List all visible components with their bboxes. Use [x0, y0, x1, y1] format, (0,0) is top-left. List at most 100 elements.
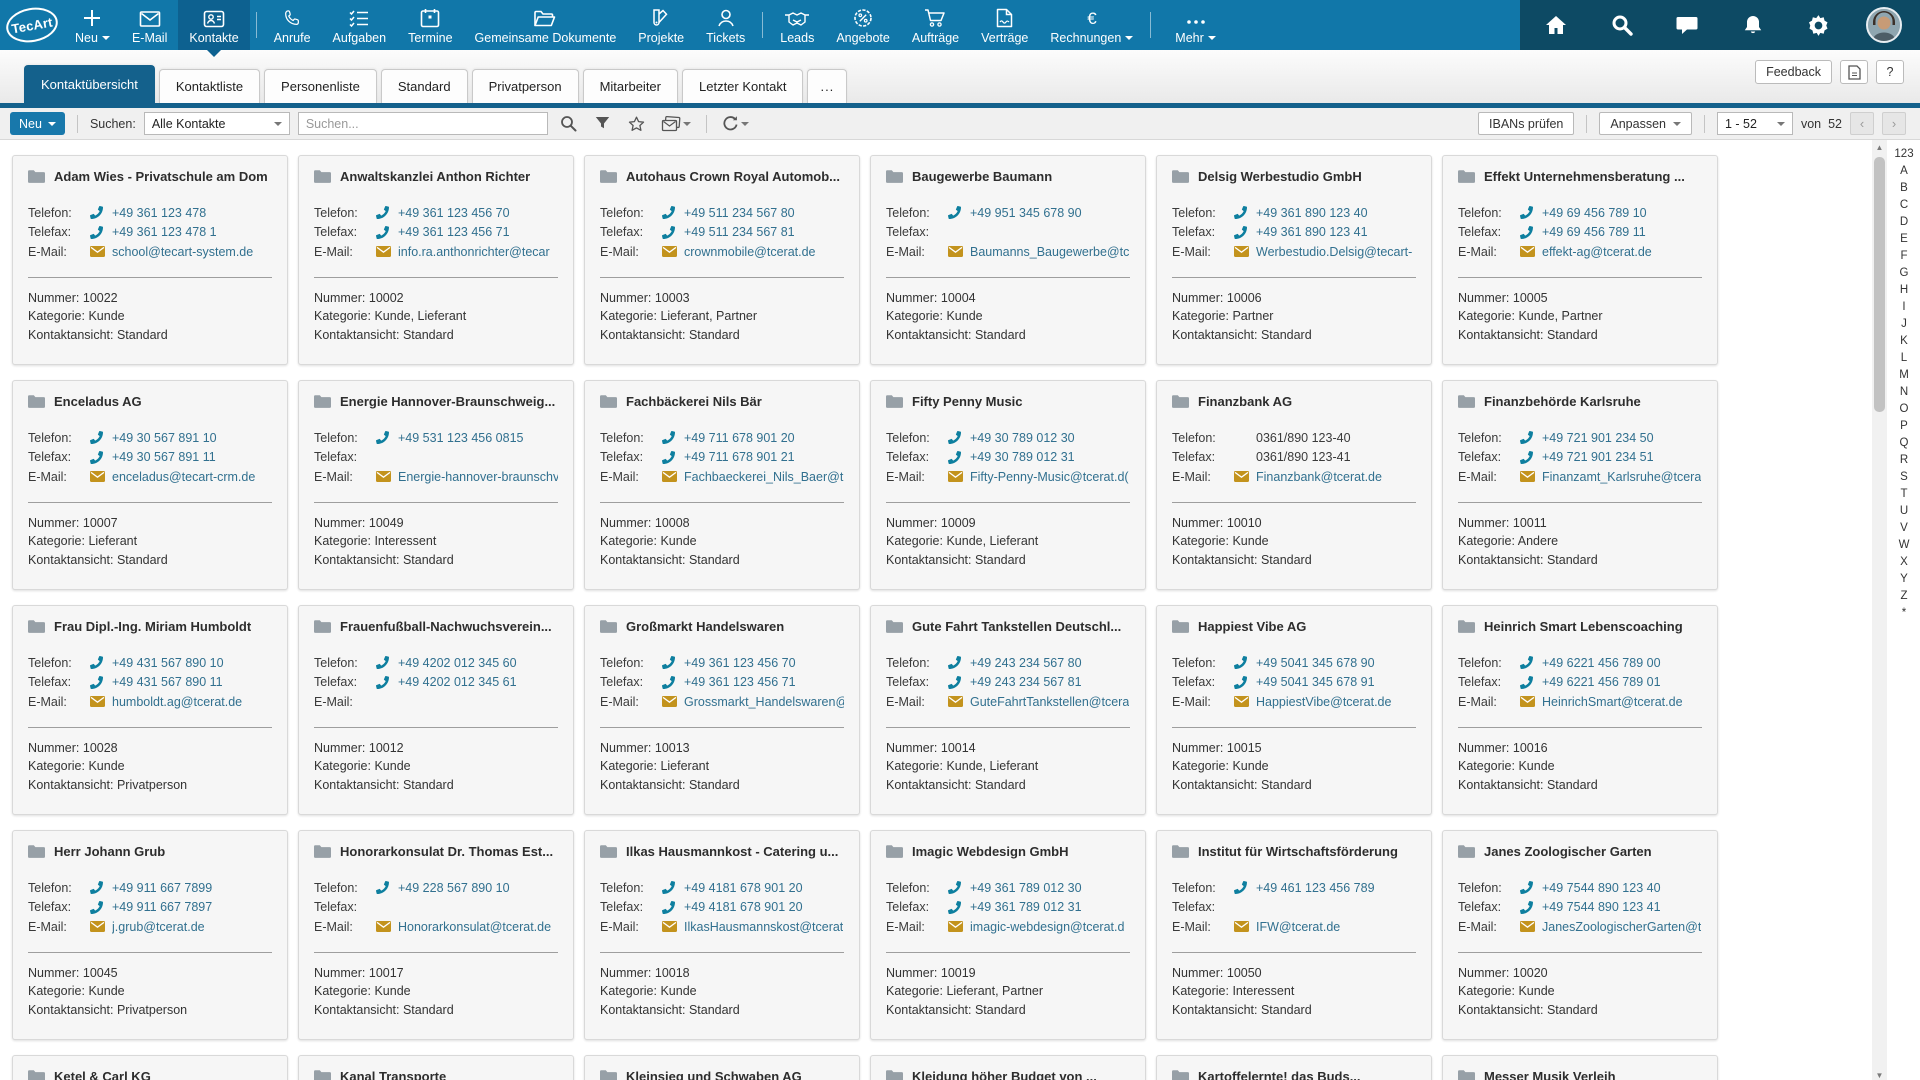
- contact-phone[interactable]: +49 6221 456 789 00: [1542, 656, 1661, 670]
- vertical-scrollbar[interactable]: ▲ ▼: [1872, 140, 1887, 1080]
- alphabet-letter-L[interactable]: L: [1892, 350, 1916, 367]
- contact-phone[interactable]: +49 361 123 456 70: [398, 206, 510, 220]
- contact-fax[interactable]: 0361/890 123-41: [1256, 450, 1351, 464]
- contact-card[interactable]: Baugewerbe Baumann Telefon: +49 951 345 …: [870, 155, 1146, 365]
- contact-card[interactable]: Frau Dipl.-Ing. Miriam Humboldt Telefon:…: [12, 605, 288, 815]
- contact-phone[interactable]: +49 511 234 567 80: [684, 206, 795, 220]
- alphabet-letter-Y[interactable]: Y: [1892, 571, 1916, 588]
- alphabet-letter-I[interactable]: I: [1892, 299, 1916, 316]
- check-ibans-button[interactable]: IBANs prüfen: [1478, 112, 1574, 135]
- contact-fax[interactable]: +49 30 789 012 31: [970, 450, 1075, 464]
- contact-email[interactable]: crownmobile@tcerat.de: [684, 245, 816, 259]
- contact-email[interactable]: Grossmarkt_Handelswaren@: [684, 695, 844, 709]
- page-range-select[interactable]: 1 - 52: [1717, 112, 1793, 135]
- nav-leads[interactable]: Leads: [769, 0, 825, 50]
- contact-card[interactable]: Imagic Webdesign GmbH Telefon: +49 361 7…: [870, 830, 1146, 1040]
- favorite-button[interactable]: [624, 112, 650, 136]
- tab-personenliste[interactable]: Personenliste: [264, 69, 377, 103]
- contact-email[interactable]: Finanzbank@tcerat.de: [1256, 470, 1382, 484]
- contact-card[interactable]: Fachbäckerei Nils Bär Telefon: +49 711 6…: [584, 380, 860, 590]
- contact-card[interactable]: Herr Johann Grub Telefon: +49 911 667 78…: [12, 830, 288, 1040]
- nav-projekte[interactable]: Projekte: [627, 0, 695, 50]
- contact-card[interactable]: Kartoffelernte! das Buds...: [1156, 1055, 1432, 1080]
- contact-email[interactable]: j.grub@tcerat.de: [112, 920, 205, 934]
- contact-fax[interactable]: +49 911 667 7897: [112, 900, 212, 914]
- chat-button[interactable]: [1665, 0, 1709, 50]
- customize-button[interactable]: Anpassen: [1599, 112, 1692, 135]
- scroll-up-arrow[interactable]: ▲: [1872, 140, 1887, 155]
- nav-gemeinsame-dokumente[interactable]: Gemeinsame Dokumente: [464, 0, 628, 50]
- contact-card[interactable]: Janes Zoologischer Garten Telefon: +49 7…: [1442, 830, 1718, 1040]
- home-button[interactable]: [1534, 0, 1578, 50]
- alphabet-letter-F[interactable]: F: [1892, 248, 1916, 265]
- alphabet-letter-D[interactable]: D: [1892, 214, 1916, 231]
- contact-card[interactable]: Autohaus Crown Royal Automob... Telefon:…: [584, 155, 860, 365]
- contact-email[interactable]: enceladus@tecart-crm.de: [112, 470, 255, 484]
- contact-email[interactable]: effekt-ag@tcerat.de: [1542, 245, 1652, 259]
- contact-phone[interactable]: +49 361 123 456 70: [684, 656, 796, 670]
- contact-phone[interactable]: +49 531 123 456 0815: [398, 431, 523, 445]
- contact-card[interactable]: Honorarkonsulat Dr. Thomas Est... Telefo…: [298, 830, 574, 1040]
- previous-page-button[interactable]: ‹: [1850, 112, 1874, 135]
- contact-card[interactable]: Kanal Transporte: [298, 1055, 574, 1080]
- alphabet-letter-S[interactable]: S: [1892, 469, 1916, 486]
- help-button[interactable]: ?: [1876, 60, 1904, 84]
- feedback-button[interactable]: Feedback: [1755, 60, 1832, 84]
- contact-fax[interactable]: +49 511 234 567 81: [684, 225, 795, 239]
- contact-email[interactable]: Werbestudio.Delsig@tecart-: [1256, 245, 1412, 259]
- contact-phone[interactable]: +49 4202 012 345 60: [398, 656, 517, 670]
- filter-button[interactable]: [590, 112, 616, 136]
- contact-email[interactable]: Honorarkonsulat@tcerat.de: [398, 920, 551, 934]
- contact-fax[interactable]: +49 721 901 234 51: [1542, 450, 1654, 464]
- tab-more[interactable]: ...: [807, 69, 847, 103]
- tab-standard[interactable]: Standard: [381, 69, 468, 103]
- contact-card[interactable]: Institut für Wirtschaftsförderung Telefo…: [1156, 830, 1432, 1040]
- search-button[interactable]: [556, 112, 582, 136]
- contact-email[interactable]: Finanzamt_Karlsruhe@tcera: [1542, 470, 1701, 484]
- alphabet-letter-M[interactable]: M: [1892, 367, 1916, 384]
- contact-fax[interactable]: +49 4202 012 345 61: [398, 675, 517, 689]
- contact-card[interactable]: Ilkas Hausmannkost - Catering u... Telef…: [584, 830, 860, 1040]
- alphabet-letter-W[interactable]: W: [1892, 537, 1916, 554]
- contact-phone[interactable]: +49 30 789 012 30: [970, 431, 1075, 445]
- alphabet-letter-T[interactable]: T: [1892, 486, 1916, 503]
- alphabet-letter-Q[interactable]: Q: [1892, 435, 1916, 452]
- contact-card[interactable]: Finanzbank AG Telefon: 0361/890 123-40 T…: [1156, 380, 1432, 590]
- contact-phone[interactable]: +49 4181 678 901 20: [684, 881, 803, 895]
- nav-tickets[interactable]: Tickets: [695, 0, 756, 50]
- contact-phone[interactable]: +49 911 667 7899: [112, 881, 212, 895]
- contact-email[interactable]: imagic-webdesign@tcerat.d: [970, 920, 1124, 934]
- contact-email[interactable]: JanesZoologischerGarten@t: [1542, 920, 1701, 934]
- contact-phone[interactable]: 0361/890 123-40: [1256, 431, 1351, 445]
- contact-card[interactable]: Ketel & Carl KG: [12, 1055, 288, 1080]
- contact-phone[interactable]: +49 69 456 789 10: [1542, 206, 1647, 220]
- contact-fax[interactable]: +49 361 123 456 71: [684, 675, 796, 689]
- tab-privatperson[interactable]: Privatperson: [472, 69, 579, 103]
- alphabet-letter-*[interactable]: *: [1892, 605, 1916, 622]
- contact-fax[interactable]: +49 711 678 901 21: [684, 450, 795, 464]
- contact-email[interactable]: IFW@tcerat.de: [1256, 920, 1340, 934]
- alphabet-letter-J[interactable]: J: [1892, 316, 1916, 333]
- contact-email[interactable]: IlkasHausmannskost@tcerat: [684, 920, 843, 934]
- tab-mitarbeiter[interactable]: Mitarbeiter: [583, 69, 678, 103]
- contact-card[interactable]: Finanzbehörde Karlsruhe Telefon: +49 721…: [1442, 380, 1718, 590]
- new-contact-button[interactable]: Neu: [10, 112, 65, 135]
- alphabet-letter-K[interactable]: K: [1892, 333, 1916, 350]
- scrollbar-thumb[interactable]: [1874, 157, 1885, 412]
- alphabet-letter-Z[interactable]: Z: [1892, 588, 1916, 605]
- nav-mehr[interactable]: Mehr: [1157, 0, 1233, 50]
- alphabet-letter-E[interactable]: E: [1892, 231, 1916, 248]
- contact-card[interactable]: Kleinsieg und Schwaben AG: [584, 1055, 860, 1080]
- settings-button[interactable]: [1796, 0, 1840, 50]
- contact-fax[interactable]: +49 6221 456 789 01: [1542, 675, 1661, 689]
- tab-letzter-kontakt[interactable]: Letzter Kontakt: [682, 69, 803, 103]
- nav-angebote[interactable]: Angebote: [825, 0, 901, 50]
- tab-kontaktliste[interactable]: Kontaktliste: [159, 69, 260, 103]
- contact-phone[interactable]: +49 721 901 234 50: [1542, 431, 1654, 445]
- alphabet-letter-123[interactable]: 123: [1892, 146, 1916, 163]
- alphabet-letter-N[interactable]: N: [1892, 384, 1916, 401]
- contact-email[interactable]: Energie-hannover-braunschv: [398, 470, 558, 484]
- contact-fax[interactable]: +49 4181 678 901 20: [684, 900, 803, 914]
- contact-email[interactable]: HeinrichSmart@tcerat.de: [1542, 695, 1683, 709]
- contact-filter-select[interactable]: Alle Kontakte: [144, 112, 290, 135]
